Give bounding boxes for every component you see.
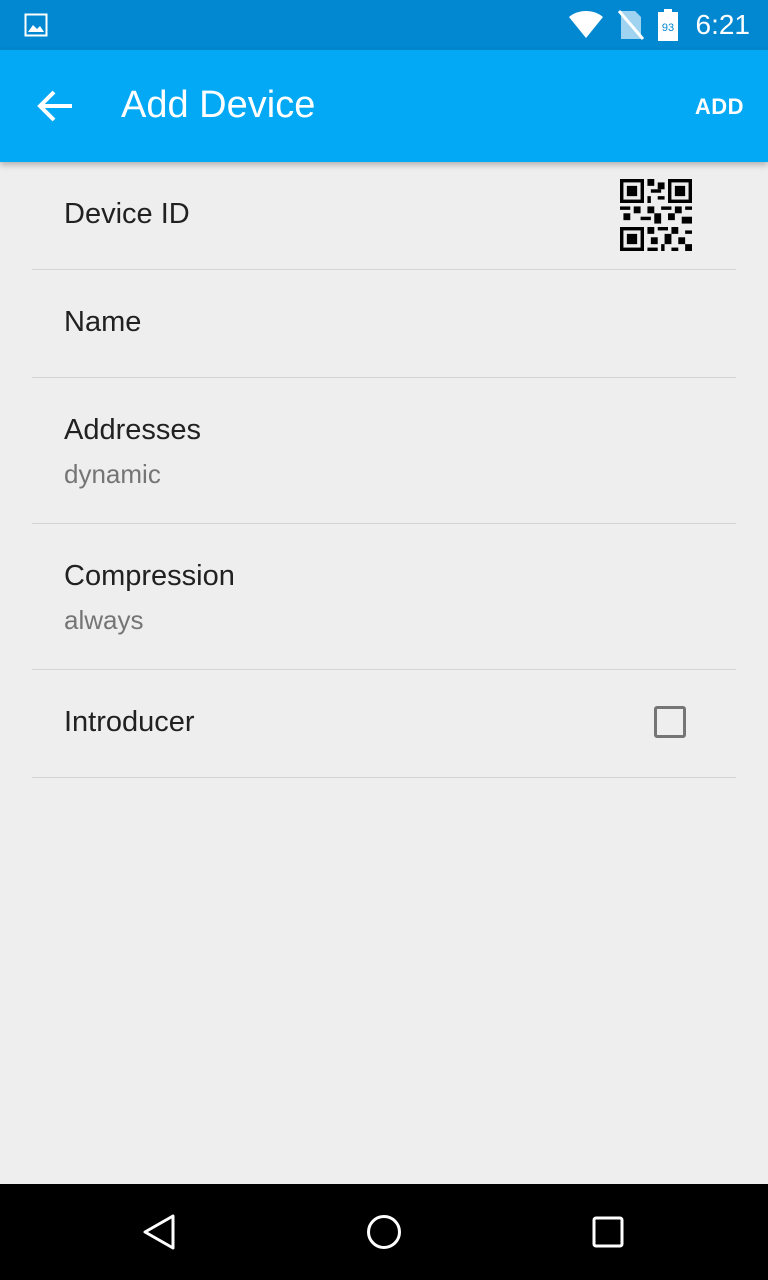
list-item-label: Device ID [64,198,190,230]
introducer-checkbox[interactable] [654,706,686,738]
clock: 6:21 [695,9,751,40]
back-icon[interactable] [140,1212,180,1252]
list-item-introducer[interactable]: Introducer [32,670,736,778]
list-item-compression[interactable]: Compression always [32,524,736,670]
list-item-label: Name [64,306,142,338]
settings-list: Device ID Name Addresses dynamic Compres… [32,162,736,778]
status-bar: 93 6:21 [0,0,768,50]
battery-icon: 93 [657,9,678,41]
wifi-icon [568,11,603,38]
image-notification-icon [24,13,48,37]
add-button[interactable]: ADD [695,94,744,120]
no-sim-icon [617,10,644,40]
app-bar: Add Device ADD [0,50,768,162]
qr-code-icon[interactable] [620,179,692,251]
list-item-label: Introducer [64,706,195,738]
list-item-value: always [64,605,144,635]
home-icon[interactable] [364,1212,404,1252]
list-item-label: Compression [64,560,235,592]
page-title: Add Device [121,84,316,126]
list-item-device-id[interactable]: Device ID [32,162,736,270]
list-item-name[interactable]: Name [32,270,736,378]
list-item-value: dynamic [64,459,161,489]
navigation-bar [0,1184,768,1280]
back-arrow-icon[interactable] [36,86,76,126]
list-item-addresses[interactable]: Addresses dynamic [32,378,736,524]
recents-icon[interactable] [588,1212,628,1252]
battery-level: 93 [661,22,673,34]
list-item-label: Addresses [64,414,202,446]
